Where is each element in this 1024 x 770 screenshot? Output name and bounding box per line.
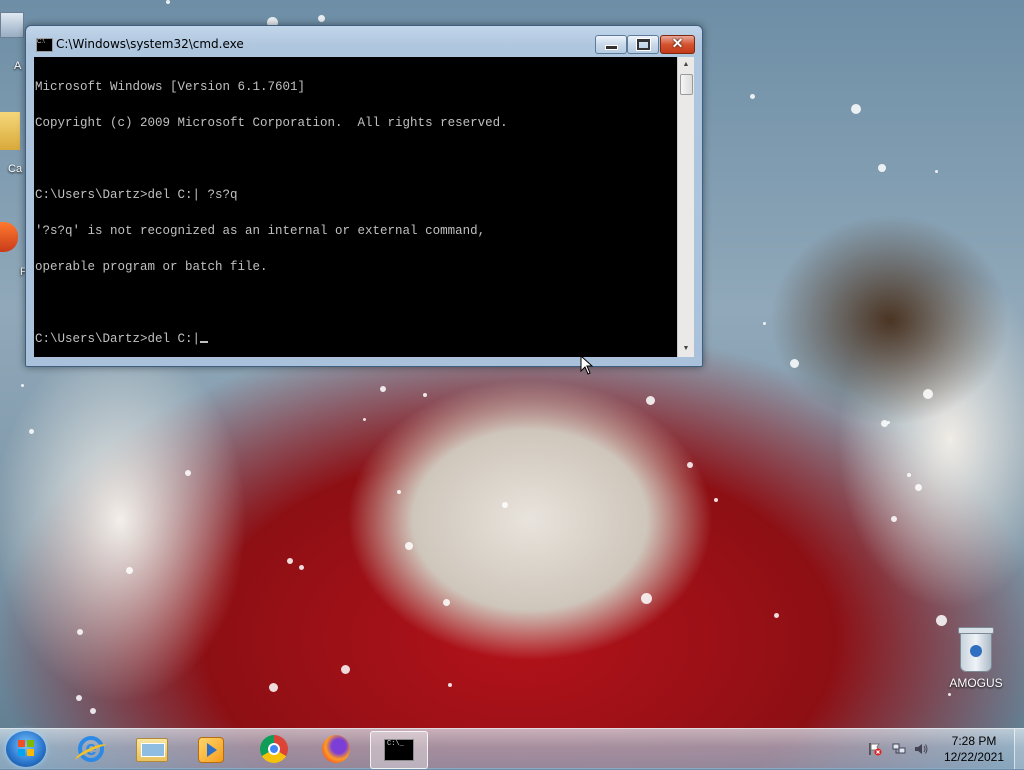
clock-date: 12/22/2021 xyxy=(943,750,1005,764)
file-explorer-icon xyxy=(136,738,168,762)
console-line: '?s?q' is not recognized as an internal … xyxy=(35,224,486,238)
action-center-flag-icon[interactable] xyxy=(868,742,882,756)
maximize-button[interactable] xyxy=(627,35,659,54)
taskbar-internet-explorer[interactable]: e xyxy=(64,731,120,767)
recycle-bin-label: AMOGUS xyxy=(949,676,1003,690)
snowflake xyxy=(269,683,278,692)
minimize-button[interactable] xyxy=(595,35,627,54)
network-icon[interactable] xyxy=(892,742,906,756)
taskbar-media-player[interactable] xyxy=(182,731,238,767)
firefox-icon xyxy=(322,735,350,763)
snowflake xyxy=(891,516,897,522)
cmd-app-icon[interactable]: C:\ xyxy=(36,38,53,52)
title-bar[interactable]: C:\ C:\Windows\system32\cmd.exe ✕ xyxy=(26,26,702,58)
start-button[interactable] xyxy=(6,731,46,767)
console-prompt: C:\Users\Dartz>del C:| xyxy=(35,332,201,346)
desktop-icon-folder[interactable] xyxy=(0,112,20,150)
taskbar-firefox[interactable] xyxy=(308,731,364,767)
snowflake xyxy=(881,420,888,427)
taskbar: e C:\_ 7:28 PM 12/22/2021 xyxy=(0,728,1024,769)
snowflake xyxy=(443,599,450,606)
snowflake xyxy=(185,470,191,476)
taskbar-file-explorer[interactable] xyxy=(123,731,179,767)
internet-explorer-icon: e xyxy=(78,736,104,762)
desktop-icon-computer[interactable] xyxy=(0,12,24,38)
snowflake xyxy=(907,473,911,477)
clock-time: 7:28 PM xyxy=(951,734,997,748)
snowflake xyxy=(90,708,96,714)
system-clock[interactable]: 7:28 PM 12/22/2021 xyxy=(936,733,1012,765)
snowflake xyxy=(448,683,452,687)
taskbar-chrome[interactable] xyxy=(246,731,302,767)
close-icon: ✕ xyxy=(671,35,684,51)
snowflake xyxy=(763,322,766,325)
console-line: C:\Users\Dartz>del C:| ?s?q xyxy=(35,188,238,202)
snowflake xyxy=(641,593,652,604)
snowflake xyxy=(29,429,34,434)
windows-logo-icon xyxy=(18,740,34,756)
close-button[interactable]: ✕ xyxy=(660,35,695,54)
snowflake xyxy=(714,498,718,502)
snowflake xyxy=(77,629,83,635)
show-desktop-button[interactable] xyxy=(1014,729,1024,769)
console-prompt-line[interactable]: C:\Users\Dartz>del C:| xyxy=(35,333,677,345)
snowflake xyxy=(948,693,951,696)
vertical-scrollbar[interactable]: ▲ ▼ xyxy=(677,57,694,357)
scroll-down-arrow-icon[interactable]: ▼ xyxy=(678,341,694,357)
cmd-window[interactable]: C:\ C:\Windows\system32\cmd.exe ✕ Micros… xyxy=(25,25,703,367)
console-line: Microsoft Windows [Version 6.1.7601] xyxy=(35,80,306,94)
text-cursor xyxy=(200,341,209,343)
snowflake xyxy=(397,490,401,494)
snowflake xyxy=(341,665,350,674)
snowflake xyxy=(423,393,427,397)
snowflake xyxy=(923,389,933,399)
window-title: C:\Windows\system32\cmd.exe xyxy=(56,37,244,51)
snowflake xyxy=(126,567,133,574)
desktop-icon-app[interactable] xyxy=(0,222,18,252)
console-line: Copyright (c) 2009 Microsoft Corporation… xyxy=(35,116,508,130)
mouse-pointer-icon xyxy=(580,355,594,375)
snowflake xyxy=(687,462,693,468)
recycle-bin-shortcut[interactable]: AMOGUS xyxy=(946,627,1006,690)
scroll-up-arrow-icon[interactable]: ▲ xyxy=(678,57,694,73)
cmd-icon: C:\_ xyxy=(384,739,414,761)
snowflake xyxy=(21,384,24,387)
snowflake xyxy=(166,0,170,4)
volume-icon[interactable] xyxy=(914,742,928,756)
snowflake xyxy=(935,170,938,173)
snowflake xyxy=(915,484,922,491)
console-line: ​ xyxy=(35,297,677,309)
snowflake xyxy=(878,164,886,172)
snowflake xyxy=(363,418,366,421)
console-line: ​ xyxy=(35,153,677,165)
snowflake xyxy=(299,565,304,570)
desktop-icon-label: A xyxy=(14,60,22,72)
snowflake xyxy=(790,359,799,368)
windows-media-player-icon xyxy=(198,737,224,763)
console-output[interactable]: Microsoft Windows [Version 6.1.7601] Cop… xyxy=(34,57,678,357)
snowflake xyxy=(750,94,755,99)
snowflake xyxy=(646,396,655,405)
snowflake xyxy=(318,15,325,22)
snowflake xyxy=(502,502,508,508)
snowflake xyxy=(851,104,861,114)
scroll-thumb[interactable] xyxy=(680,74,693,95)
snowflake xyxy=(936,615,947,626)
taskbar-cmd[interactable]: C:\_ xyxy=(370,731,428,769)
snowflake xyxy=(380,386,386,392)
snowflake xyxy=(405,542,413,550)
desktop-icon-label: Ca xyxy=(8,163,23,175)
snowflake xyxy=(76,695,82,701)
chrome-icon xyxy=(260,735,288,763)
snowflake xyxy=(287,558,293,564)
recycle-bin-icon xyxy=(958,627,994,672)
snowflake xyxy=(774,613,779,618)
console-line: operable program or batch file. xyxy=(35,260,268,274)
